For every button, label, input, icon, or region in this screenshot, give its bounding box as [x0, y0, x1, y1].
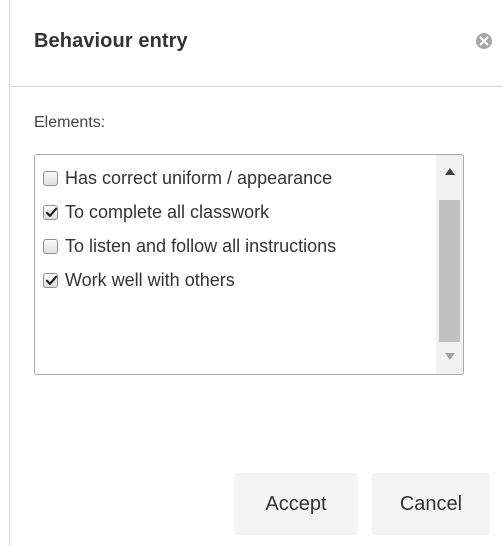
option-has-correct-uniform[interactable]: Has correct uniform / appearance: [43, 166, 332, 190]
option-complete-classwork[interactable]: To complete all classwork: [43, 200, 269, 224]
checkbox[interactable]: [43, 272, 58, 288]
elements-listbox[interactable]: Has correct uniform / appearance To comp…: [34, 154, 464, 375]
option-label: Has correct uniform / appearance: [65, 167, 333, 188]
vertical-scrollbar[interactable]: [436, 155, 463, 374]
triangle-down-icon: [445, 353, 455, 360]
checkbox[interactable]: [43, 238, 58, 254]
checkbox[interactable]: [43, 170, 58, 186]
checkmark-icon: [45, 275, 58, 285]
scroll-thumb[interactable]: [439, 200, 460, 342]
cancel-button[interactable]: Cancel: [372, 473, 490, 535]
behaviour-entry-dialog: Behaviour entry Elements: Has correct un…: [9, 0, 502, 546]
option-label: To listen and follow all instructions: [65, 235, 337, 256]
triangle-up-icon: [445, 168, 455, 175]
option-listen-follow-instructions[interactable]: To listen and follow all instructions: [43, 234, 336, 258]
checkbox[interactable]: [43, 204, 58, 220]
dialog-title: Behaviour entry: [34, 30, 188, 52]
option-work-well-with-others[interactable]: Work well with others: [43, 268, 235, 292]
option-label: To complete all classwork: [65, 201, 270, 222]
checkmark-icon: [45, 207, 58, 217]
dialog-header: Behaviour entry: [10, 0, 502, 87]
scroll-down-arrow[interactable]: [436, 343, 463, 371]
scroll-up-arrow[interactable]: [436, 159, 463, 187]
elements-label: Elements:: [34, 114, 106, 131]
accept-button[interactable]: Accept: [234, 473, 358, 535]
option-label: Work well with others: [65, 269, 235, 290]
close-icon[interactable]: [474, 31, 494, 51]
